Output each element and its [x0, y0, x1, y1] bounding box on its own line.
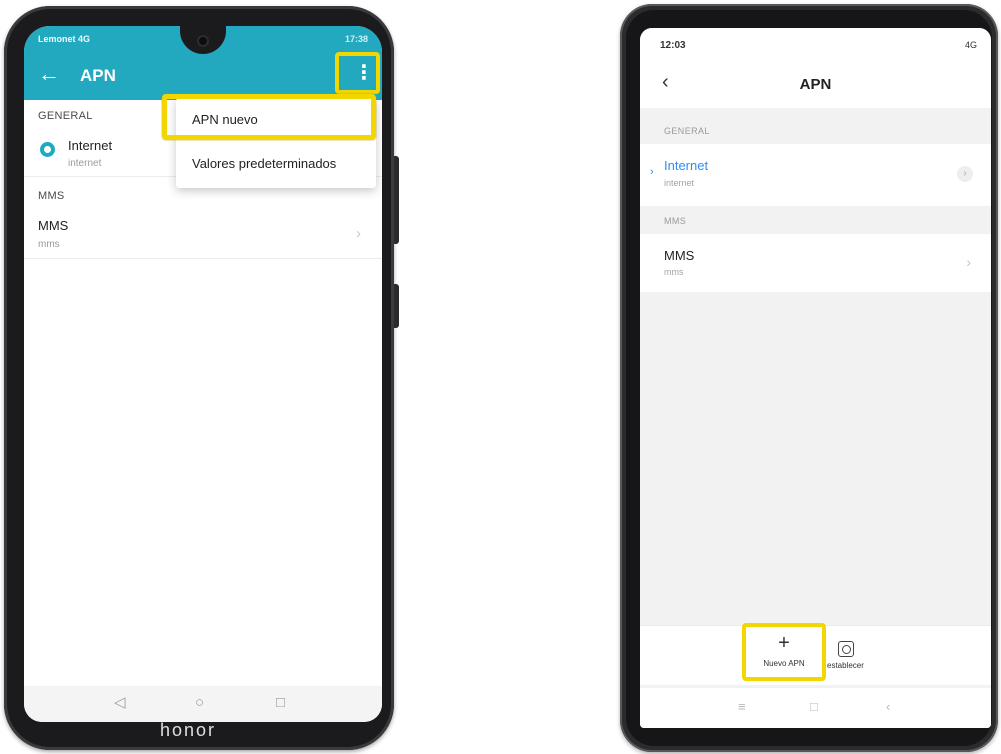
- back-arrow-icon[interactable]: ←: [38, 62, 62, 86]
- highlight-box: [162, 94, 376, 140]
- right-apn-mms-row[interactable]: MMS mms ›: [640, 234, 991, 292]
- right-section-general: GENERAL: [664, 126, 710, 136]
- left-nav-bar: ◁ ○ □: [24, 686, 382, 722]
- divider: [24, 258, 382, 259]
- nav-back-icon[interactable]: ‹: [886, 699, 890, 715]
- reset-icon[interactable]: [838, 641, 854, 657]
- right-phone-screen: 12:03 4G ‹ APN GENERAL › Internet intern…: [640, 28, 991, 728]
- nav-back-icon[interactable]: ◁: [114, 694, 126, 712]
- left-section-general: GENERAL: [38, 110, 93, 122]
- left-status-time: 17:38: [344, 34, 368, 44]
- left-section-mms: MMS: [38, 190, 65, 202]
- plus-icon: +: [778, 632, 790, 654]
- apn-selected-radio-icon[interactable]: [40, 142, 55, 157]
- left-apn-mms-name[interactable]: MMS: [38, 218, 68, 233]
- right-apn-internet-name: Internet: [664, 158, 709, 173]
- power-button: [394, 284, 399, 328]
- right-apn-mms-value: mms: [664, 267, 684, 277]
- front-camera-icon: [197, 35, 209, 47]
- volume-button: [394, 156, 399, 244]
- left-apn-internet-value: internet: [68, 158, 102, 169]
- right-status-indicators: 4G: [964, 40, 977, 50]
- right-page-title: APN: [799, 76, 832, 93]
- nav-home-icon[interactable]: □: [810, 699, 818, 715]
- right-header: 12:03 4G ‹ APN: [640, 28, 991, 108]
- left-phone-screen: Lemonet 4G 17:38 ← APN ⋮ GENERAL Interne…: [24, 26, 382, 722]
- brand-logo: honor: [160, 720, 217, 740]
- right-apn-internet-value: internet: [664, 178, 695, 188]
- nav-menu-icon[interactable]: ≡: [738, 699, 746, 715]
- chevron-right-icon: ›: [356, 225, 361, 242]
- right-section-mms: MMS: [664, 216, 687, 226]
- left-apn-internet-name[interactable]: Internet: [68, 138, 112, 153]
- more-vertical-icon: ⋮: [354, 62, 374, 84]
- apn-details-icon[interactable]: ›: [957, 166, 973, 182]
- nav-recent-icon[interactable]: □: [276, 694, 285, 712]
- nav-home-icon[interactable]: ○: [195, 694, 204, 712]
- right-apn-internet-row[interactable]: › Internet internet ›: [640, 144, 991, 206]
- left-phone-frame: Lemonet 4G 17:38 ← APN ⋮ GENERAL Interne…: [4, 6, 399, 750]
- selected-indicator-icon: ›: [650, 166, 654, 178]
- left-apn-mms-value: mms: [38, 239, 60, 250]
- left-status-carrier: Lemonet 4G: [38, 34, 91, 44]
- reset-label[interactable]: establecer: [827, 661, 864, 670]
- left-page-title: APN: [80, 66, 116, 85]
- right-status-time: 12:03: [660, 40, 686, 51]
- left-app-bar: Lemonet 4G 17:38 ← APN ⋮: [24, 26, 382, 100]
- new-apn-label: Nuevo APN: [763, 659, 805, 668]
- right-nav-bar: ≡ □ ‹: [640, 688, 991, 728]
- new-apn-button[interactable]: + Nuevo APN: [742, 623, 826, 681]
- menu-item-valores-predeterminados[interactable]: Valores predeterminados: [192, 156, 336, 171]
- chevron-right-icon: ›: [966, 254, 971, 270]
- right-apn-mms-name: MMS: [664, 248, 695, 263]
- more-options-button[interactable]: ⋮: [335, 52, 380, 94]
